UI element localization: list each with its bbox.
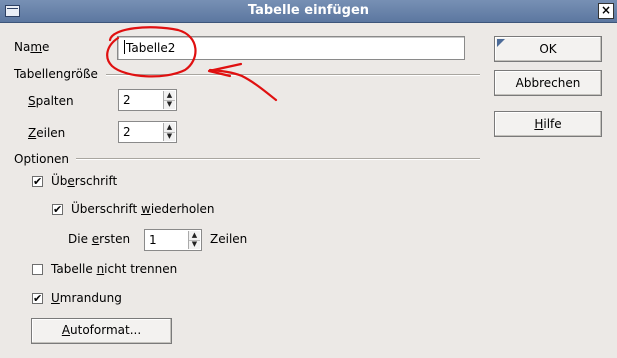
red-annotation: [106, 26, 278, 102]
annotation-circle: [106, 26, 197, 78]
